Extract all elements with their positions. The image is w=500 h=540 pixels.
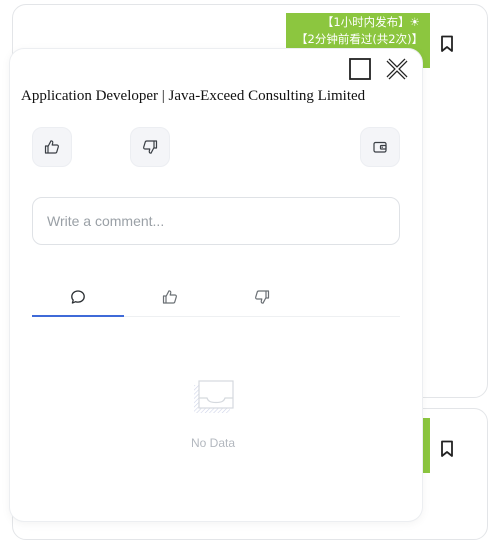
tab-comments[interactable]	[32, 280, 124, 314]
job-title: Application Developer | Java-Exceed Cons…	[21, 88, 366, 104]
empty-state-text: No Data	[190, 436, 236, 450]
bookmark-icon[interactable]	[440, 35, 454, 53]
thumbs-up-icon	[44, 139, 60, 155]
comment-modal: Application Developer | Java-Exceed Cons…	[10, 49, 422, 521]
tab-dislikes[interactable]	[216, 280, 308, 314]
thumbs-down-icon	[254, 289, 270, 305]
maximize-icon[interactable]	[348, 57, 372, 81]
dislike-button[interactable]	[130, 127, 170, 167]
reaction-tabs	[32, 280, 400, 317]
comment-icon	[70, 289, 86, 305]
thumbs-down-icon	[142, 139, 158, 155]
job-status-badge-next	[422, 418, 430, 473]
comment-input[interactable]	[32, 197, 400, 245]
active-tab-indicator	[32, 315, 124, 317]
empty-inbox-icon	[192, 379, 236, 415]
like-button[interactable]	[32, 127, 72, 167]
badge-posted-text: 【1小时内发布】☀	[321, 15, 420, 29]
thumbs-up-icon	[162, 289, 178, 305]
wallet-button[interactable]	[360, 127, 400, 167]
wallet-icon	[372, 139, 388, 155]
badge-viewed-text: 【2分钟前看过(共2次)】	[296, 32, 424, 46]
bookmark-icon[interactable]	[440, 440, 454, 458]
tab-likes[interactable]	[124, 280, 216, 314]
close-icon[interactable]	[385, 57, 409, 81]
